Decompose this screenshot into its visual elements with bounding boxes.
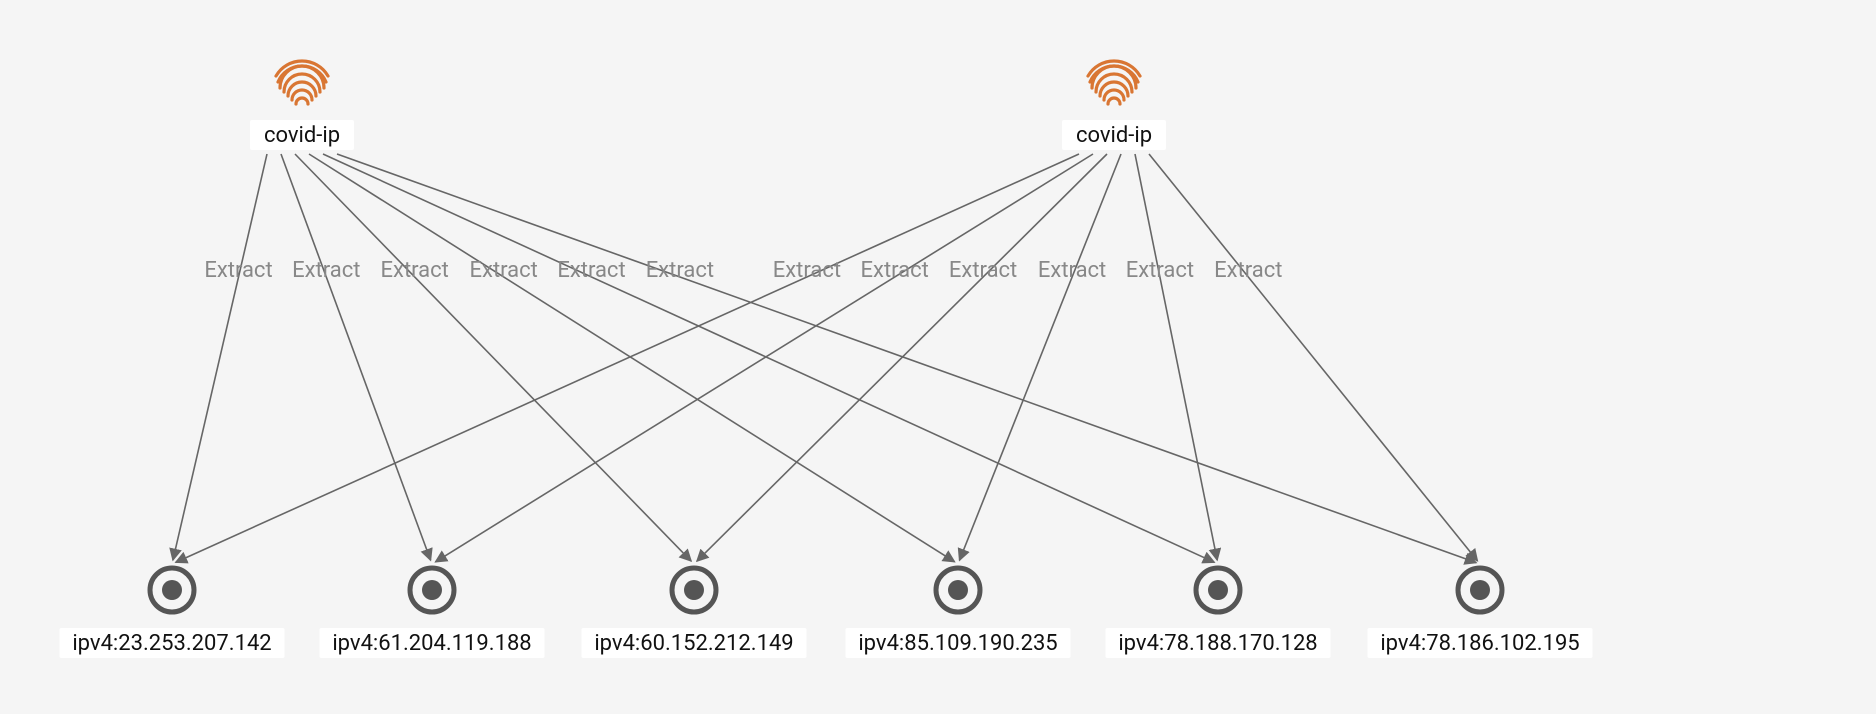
- edge-label: Extract: [1126, 258, 1194, 283]
- target-node-label: ipv4:78.186.102.195: [1380, 631, 1579, 656]
- fingerprint-icon: [1088, 61, 1140, 104]
- edge-label: Extract: [557, 258, 625, 283]
- target-icon: [410, 568, 454, 612]
- extract-edge: [323, 154, 1214, 562]
- observable-node[interactable]: ipv4:85.109.190.235: [846, 568, 1071, 658]
- observable-node[interactable]: ipv4:23.253.207.142: [60, 568, 285, 658]
- target-node-label: ipv4:23.253.207.142: [72, 631, 271, 656]
- edge-label: Extract: [1214, 258, 1282, 283]
- target-icon: [150, 568, 194, 612]
- extract-edge: [176, 154, 1079, 562]
- source-node-label: covid-ip: [264, 123, 340, 148]
- fingerprint-node[interactable]: covid-ip: [250, 61, 354, 150]
- extract-edge: [281, 154, 431, 560]
- extract-edge: [959, 154, 1121, 560]
- fingerprint-icon: [276, 61, 328, 104]
- edge-label: Extract: [292, 258, 360, 283]
- edge-label: Extract: [470, 258, 538, 283]
- target-node-label: ipv4:85.109.190.235: [858, 631, 1057, 656]
- target-icon: [1196, 568, 1240, 612]
- target-node-label: ipv4:60.152.212.149: [594, 631, 793, 656]
- edge-label: Extract: [646, 258, 714, 283]
- extract-edge: [337, 154, 1476, 563]
- edge-label: Extract: [381, 258, 449, 283]
- edge-label: Extract: [949, 258, 1017, 283]
- fingerprint-node[interactable]: covid-ip: [1062, 61, 1166, 150]
- edge-label: Extract: [1038, 258, 1106, 283]
- extract-edge: [1149, 154, 1477, 561]
- target-icon: [936, 568, 980, 612]
- observable-node[interactable]: ipv4:78.188.170.128: [1106, 568, 1331, 658]
- target-node-label: ipv4:61.204.119.188: [332, 631, 531, 656]
- observable-node[interactable]: ipv4:78.186.102.195: [1368, 568, 1593, 658]
- extract-edge: [435, 154, 1093, 562]
- target-node-label: ipv4:78.188.170.128: [1118, 631, 1317, 656]
- extract-edge: [1135, 154, 1217, 560]
- edge-label: Extract: [204, 258, 272, 283]
- edge-label: Extract: [773, 258, 841, 283]
- network-diagram[interactable]: Extract Extract Extract Extract Extract Extra…: [0, 0, 1876, 714]
- extract-edge: [173, 154, 267, 560]
- target-icon: [1458, 568, 1502, 612]
- edge-label: Extract: [861, 258, 929, 283]
- observable-node[interactable]: ipv4:61.204.119.188: [320, 568, 545, 658]
- source-node-label: covid-ip: [1076, 123, 1152, 148]
- target-icon: [672, 568, 716, 612]
- observable-node[interactable]: ipv4:60.152.212.149: [582, 568, 807, 658]
- extract-edge: [697, 154, 1107, 561]
